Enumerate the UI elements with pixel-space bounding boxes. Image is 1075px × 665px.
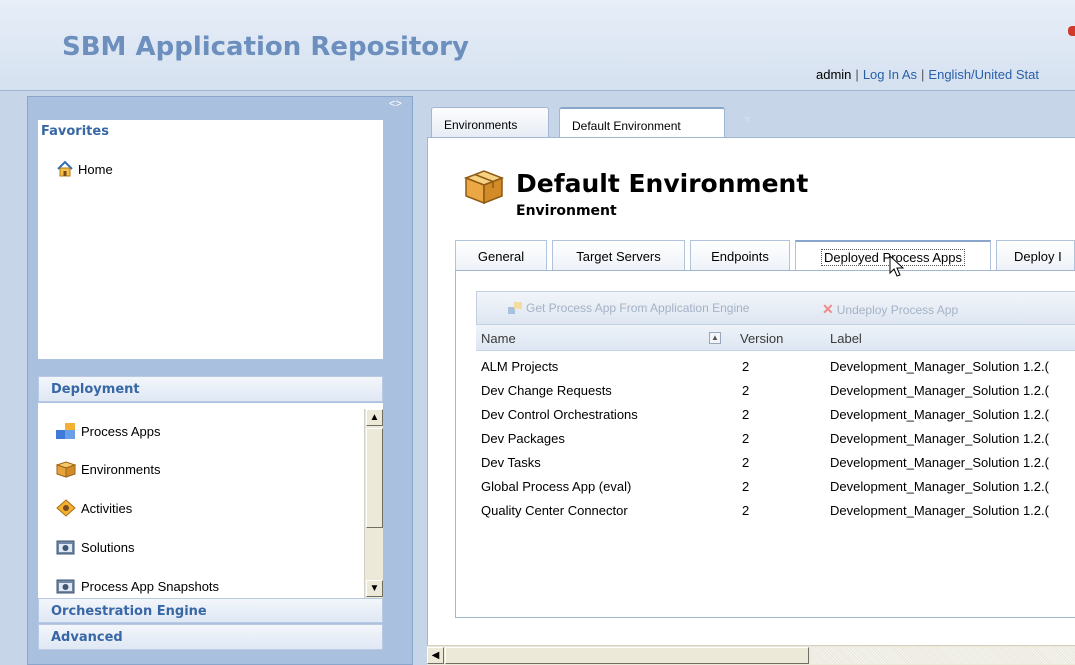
- undeploy-process-app-button[interactable]: ✕ Undeploy Process App: [822, 301, 958, 318]
- environment-box-icon: [55, 461, 77, 478]
- sidebar-item-process-apps[interactable]: Process Apps: [55, 422, 161, 440]
- sidebar-item-label: Process Apps: [81, 423, 161, 439]
- get-process-app-icon: [508, 302, 522, 314]
- undeploy-label: Undeploy Process App: [836, 302, 959, 317]
- collapse-sidebar-icon[interactable]: <>: [389, 98, 402, 110]
- tab-default-environment[interactable]: Default Environment: [559, 107, 725, 137]
- username: admin: [816, 67, 852, 82]
- scroll-left-button[interactable]: ◀: [427, 647, 444, 664]
- sidebar-item-label: Environments: [81, 461, 161, 477]
- advanced-header[interactable]: Advanced: [38, 624, 383, 650]
- app-title: SBM Application Repository: [62, 32, 469, 62]
- cell-label: Development_Manager_Solution 1.2.(: [830, 479, 1049, 494]
- cell-version: 2: [742, 431, 750, 446]
- scroll-track[interactable]: [811, 647, 1075, 664]
- cell-version: 2: [742, 407, 750, 422]
- column-header-name[interactable]: Name: [481, 331, 516, 346]
- scroll-thumb[interactable]: [445, 647, 809, 664]
- table-row[interactable]: Dev Tasks 2 Development_Manager_Solution…: [476, 450, 1075, 474]
- advanced-title: Advanced: [51, 630, 123, 645]
- table-row[interactable]: ALM Projects 2 Development_Manager_Solut…: [476, 354, 1075, 378]
- cell-name: Quality Center Connector: [481, 503, 628, 518]
- sort-toggle-icon[interactable]: ▲: [709, 332, 721, 344]
- alert-icon[interactable]: [1068, 26, 1075, 36]
- orchestration-engine-header[interactable]: Orchestration Engine: [38, 598, 383, 623]
- sidebar-item-label: Activities: [81, 500, 133, 516]
- orchestration-engine-title: Orchestration Engine: [51, 604, 207, 619]
- sidebar-item-label: Home: [78, 161, 113, 177]
- deployment-header[interactable]: Deployment: [38, 376, 383, 402]
- cell-label: Development_Manager_Solution 1.2.(: [830, 359, 1049, 374]
- cell-name: Dev Tasks: [481, 455, 541, 470]
- cell-version: 2: [742, 479, 750, 494]
- tab-general[interactable]: General: [455, 240, 547, 270]
- table-row[interactable]: Dev Change Requests 2 Development_Manage…: [476, 378, 1075, 402]
- sidebar-item-solutions[interactable]: Solutions: [55, 538, 134, 556]
- table-row[interactable]: Dev Packages 2 Development_Manager_Solut…: [476, 426, 1075, 450]
- sidebar-item-environments[interactable]: Environments: [55, 460, 160, 478]
- cell-name: Global Process App (eval): [481, 479, 632, 494]
- cell-version: 2: [742, 383, 750, 398]
- favorites-title: Favorites: [41, 124, 109, 139]
- tab-deploy[interactable]: Deploy I: [996, 240, 1075, 270]
- home-icon: [57, 160, 73, 177]
- favorites-header[interactable]: Favorites: [38, 120, 383, 144]
- cell-label: Development_Manager_Solution 1.2.(: [830, 431, 1049, 446]
- solutions-icon: [56, 540, 75, 555]
- locale-link[interactable]: English/United Stat: [928, 67, 1039, 82]
- activities-icon: [56, 499, 76, 517]
- table-row[interactable]: Global Process App (eval) 2 Development_…: [476, 474, 1075, 498]
- get-process-app-label: Get Process App From Application Engine: [526, 301, 750, 315]
- page-title: Default Environment: [516, 169, 809, 198]
- cell-label: Development_Manager_Solution 1.2.(: [830, 503, 1049, 518]
- deployment-title: Deployment: [51, 382, 140, 397]
- cell-version: 2: [742, 503, 750, 518]
- app-header: SBM Application Repository admin | Log In …: [0, 0, 1075, 91]
- sidebar-item-activities[interactable]: Activities: [55, 499, 132, 517]
- mouse-cursor-icon: [889, 255, 905, 277]
- horizontal-scrollbar[interactable]: ◀: [427, 645, 1075, 665]
- undeploy-icon: ✕: [822, 301, 834, 317]
- scroll-up-button[interactable]: ▲: [366, 409, 383, 426]
- sidebar-item-label: Process App Snapshots: [81, 578, 220, 594]
- page-subtitle: Environment: [516, 203, 617, 219]
- sidebar-item-home[interactable]: Home: [56, 160, 113, 178]
- cell-name: Dev Control Orchestrations: [481, 407, 638, 422]
- table-row[interactable]: Quality Center Connector 2 Development_M…: [476, 498, 1075, 522]
- column-header-label[interactable]: Label: [830, 331, 862, 346]
- log-in-as-link[interactable]: Log In As: [863, 67, 917, 82]
- grid-toolbar: Get Process App From Application Engine …: [476, 291, 1075, 325]
- deployment-scrollbar[interactable]: ▲ ▼: [364, 409, 383, 598]
- snapshots-icon: [56, 579, 75, 594]
- column-header-version[interactable]: Version: [740, 331, 783, 346]
- cell-name: Dev Packages: [481, 431, 565, 446]
- environment-box-icon: [463, 170, 505, 205]
- process-apps-icon: [56, 423, 75, 439]
- cell-label: Development_Manager_Solution 1.2.(: [830, 383, 1049, 398]
- cell-version: 2: [742, 359, 750, 374]
- tab-endpoints[interactable]: Endpoints: [690, 240, 790, 270]
- cell-label: Development_Manager_Solution 1.2.(: [830, 407, 1049, 422]
- get-process-app-button[interactable]: Get Process App From Application Engine: [507, 301, 749, 315]
- cell-label: Development_Manager_Solution 1.2.(: [830, 455, 1049, 470]
- table-header: Name Version Label: [476, 325, 1075, 351]
- scroll-thumb[interactable]: [366, 428, 383, 528]
- scroll-down-button[interactable]: ▼: [366, 580, 383, 597]
- sidebar-item-process-app-snapshots[interactable]: Process App Snapshots: [55, 577, 219, 595]
- close-tab-icon[interactable]: ✕: [740, 113, 755, 128]
- table-row[interactable]: Dev Control Orchestrations 2 Development…: [476, 402, 1075, 426]
- sidebar-item-label: Solutions: [81, 539, 135, 555]
- cell-name: Dev Change Requests: [481, 383, 612, 398]
- cell-version: 2: [742, 455, 750, 470]
- cell-name: ALM Projects: [481, 359, 559, 374]
- tab-target-servers[interactable]: Target Servers: [552, 240, 685, 270]
- tab-environments[interactable]: Environments: [431, 107, 549, 137]
- user-bar: admin | Log In As | English/United Stat: [816, 67, 1039, 82]
